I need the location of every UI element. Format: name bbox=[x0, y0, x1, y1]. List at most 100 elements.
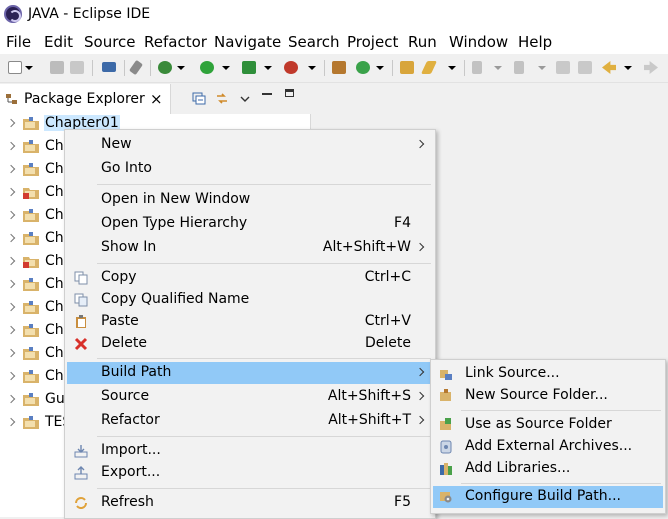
maximize-view-icon[interactable] bbox=[285, 89, 294, 97]
menu-item-export[interactable]: Export... bbox=[67, 462, 433, 484]
menu-item-configure-build-path[interactable]: Configure Build Path... bbox=[433, 486, 663, 508]
project-label: Ch bbox=[45, 184, 64, 200]
previous-annotation-icon[interactable] bbox=[514, 61, 524, 74]
debug-icon[interactable] bbox=[158, 61, 172, 74]
expand-arrow-icon[interactable] bbox=[6, 187, 16, 197]
menu-item-build-path[interactable]: Build Path bbox=[67, 362, 433, 384]
menu-separator bbox=[97, 488, 431, 489]
menu-item-shortcut: Ctrl+C bbox=[364, 269, 411, 285]
submenu-arrow-icon bbox=[415, 367, 425, 377]
menu-source[interactable]: Source bbox=[84, 33, 136, 51]
menu-item-shortcut: Alt+Shift+S bbox=[327, 388, 411, 404]
expand-arrow-icon[interactable] bbox=[6, 164, 16, 174]
open-type-icon[interactable] bbox=[400, 61, 414, 74]
previous-annotation-dropdown-icon[interactable] bbox=[538, 66, 546, 70]
menu-item-open-type-hierarchy[interactable]: Open Type Hierarchy F4 bbox=[67, 213, 433, 235]
coverage-dropdown-icon[interactable] bbox=[264, 66, 272, 70]
menu-item-show-in[interactable]: Show In Alt+Shift+W bbox=[67, 237, 433, 259]
expand-arrow-icon[interactable] bbox=[6, 394, 16, 404]
menu-item-shortcut: F4 bbox=[394, 215, 411, 231]
expand-arrow-icon[interactable] bbox=[6, 302, 16, 312]
menu-item-new-source-folder[interactable]: New Source Folder... bbox=[433, 385, 663, 407]
debug-dropdown-icon[interactable] bbox=[177, 66, 185, 70]
menu-item-use-as-source-folder[interactable]: Use as Source Folder bbox=[433, 414, 663, 436]
save-all-icon[interactable] bbox=[70, 61, 84, 74]
next-annotation-icon[interactable] bbox=[472, 61, 482, 74]
menu-item-import[interactable]: Import... bbox=[67, 440, 433, 462]
menu-refactor[interactable]: Refactor bbox=[144, 33, 207, 51]
new-dropdown-icon[interactable] bbox=[25, 66, 33, 70]
save-icon[interactable] bbox=[50, 61, 64, 74]
package-explorer-title: Package Explorer bbox=[24, 91, 145, 107]
console-icon[interactable] bbox=[102, 62, 116, 72]
new-java-class-icon[interactable] bbox=[356, 61, 370, 74]
menu-item-label: Import... bbox=[101, 442, 161, 458]
expand-arrow-icon[interactable] bbox=[6, 210, 16, 220]
minimize-view-icon[interactable] bbox=[262, 93, 272, 95]
menu-separator bbox=[97, 184, 431, 185]
menu-item-copy[interactable]: Copy Ctrl+C bbox=[67, 267, 433, 289]
menu-item-label: Export... bbox=[101, 464, 161, 480]
expand-arrow-icon[interactable] bbox=[6, 371, 16, 381]
menu-item-link-source[interactable]: Link Source... bbox=[433, 363, 663, 385]
pin-editor-icon[interactable] bbox=[578, 61, 592, 74]
menu-item-label: Delete bbox=[101, 335, 147, 351]
menu-item-refresh[interactable]: Refresh F5 bbox=[67, 492, 433, 514]
menu-item-shortcut: Delete bbox=[365, 335, 411, 351]
window-title: JAVA - Eclipse IDE bbox=[28, 6, 151, 22]
menu-item-add-libraries[interactable]: Add Libraries... bbox=[433, 458, 663, 480]
new-file-icon[interactable] bbox=[8, 61, 22, 74]
last-edit-location-icon[interactable] bbox=[556, 61, 570, 74]
import-icon bbox=[74, 445, 88, 458]
coverage-icon[interactable] bbox=[242, 61, 256, 74]
back-icon[interactable] bbox=[602, 61, 616, 74]
menu-item-copy-qualified-name[interactable]: Copy Qualified Name bbox=[67, 289, 433, 311]
toolbar-separator bbox=[92, 60, 93, 76]
expand-arrow-icon[interactable] bbox=[6, 233, 16, 243]
menu-item-refactor[interactable]: Refactor Alt+Shift+T bbox=[67, 410, 433, 432]
menu-window[interactable]: Window bbox=[449, 33, 508, 51]
package-explorer-tabbar: Package Explorer × bbox=[0, 84, 310, 114]
view-menu-icon[interactable] bbox=[238, 92, 252, 105]
menu-item-open-in-new-window[interactable]: Open in New Window bbox=[67, 189, 433, 211]
collapse-all-icon[interactable] bbox=[192, 92, 206, 105]
expand-arrow-icon[interactable] bbox=[6, 348, 16, 358]
expand-arrow-icon[interactable] bbox=[6, 118, 16, 128]
new-class-dropdown-icon[interactable] bbox=[376, 66, 384, 70]
menu-file[interactable]: File bbox=[6, 33, 31, 51]
next-annotation-dropdown-icon[interactable] bbox=[494, 66, 502, 70]
expand-arrow-icon[interactable] bbox=[6, 256, 16, 266]
run-dropdown-icon[interactable] bbox=[222, 66, 230, 70]
close-view-icon[interactable]: × bbox=[150, 90, 163, 108]
forward-icon[interactable] bbox=[644, 61, 658, 74]
expand-arrow-icon[interactable] bbox=[6, 325, 16, 335]
menu-edit[interactable]: Edit bbox=[44, 33, 73, 51]
new-java-package-icon[interactable] bbox=[332, 61, 346, 74]
menu-navigate[interactable]: Navigate bbox=[214, 33, 281, 51]
menu-item-delete[interactable]: Delete Delete bbox=[67, 333, 433, 355]
menu-help[interactable]: Help bbox=[518, 33, 552, 51]
menu-item-go-into[interactable]: Go Into bbox=[67, 158, 433, 180]
link-with-editor-icon[interactable] bbox=[215, 92, 229, 105]
search-icon[interactable] bbox=[420, 61, 438, 74]
expand-arrow-icon[interactable] bbox=[6, 141, 16, 151]
menu-project[interactable]: Project bbox=[347, 33, 398, 51]
menu-item-paste[interactable]: Paste Ctrl+V bbox=[67, 311, 433, 333]
search-dropdown-icon[interactable] bbox=[448, 66, 456, 70]
menu-item-add-external-archives[interactable]: Add External Archives... bbox=[433, 436, 663, 458]
java-project-icon bbox=[23, 393, 39, 406]
expand-arrow-icon[interactable] bbox=[6, 417, 16, 427]
external-tools-icon[interactable] bbox=[284, 61, 298, 74]
menu-item-label: Copy Qualified Name bbox=[101, 291, 250, 307]
java-project-icon bbox=[23, 301, 39, 314]
back-dropdown-icon[interactable] bbox=[624, 66, 632, 70]
package-explorer-tab[interactable]: Package Explorer × bbox=[0, 84, 171, 114]
run-icon[interactable] bbox=[200, 61, 214, 74]
menu-item-source[interactable]: Source Alt+Shift+S bbox=[67, 386, 433, 408]
menu-item-new[interactable]: New bbox=[67, 134, 433, 156]
menu-run[interactable]: Run bbox=[408, 33, 437, 51]
external-tools-dropdown-icon[interactable] bbox=[308, 66, 316, 70]
menu-search[interactable]: Search bbox=[288, 33, 340, 51]
expand-arrow-icon[interactable] bbox=[6, 279, 16, 289]
skip-breakpoints-icon[interactable] bbox=[128, 59, 144, 76]
